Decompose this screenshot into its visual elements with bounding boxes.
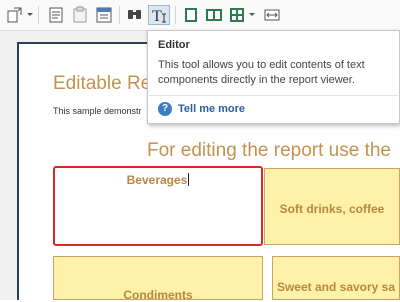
viewer-toolbar: T <box>0 0 400 31</box>
report-heading: For editing the report use the <box>147 140 391 161</box>
text-cursor <box>188 173 190 186</box>
export-dropdown-caret[interactable] <box>27 13 33 16</box>
clipboard-icon <box>73 6 87 23</box>
category-description-cell[interactable]: Soft drinks, coffee <box>264 168 400 245</box>
two-pages-button[interactable] <box>204 5 224 25</box>
toolbar-separator <box>38 6 39 24</box>
page-width-button[interactable] <box>262 5 282 25</box>
category-description-label: Soft drinks, coffee <box>279 202 385 216</box>
category-cell-content: Beverages <box>55 173 261 187</box>
export-button[interactable] <box>5 5 25 25</box>
tooltip-title: Editor <box>158 39 190 51</box>
tooltip-description: This tool allows you to edit contents of… <box>158 59 365 86</box>
help-icon: ? <box>158 102 172 116</box>
export-icon <box>7 7 22 23</box>
category-description-label: Sweet and savory sa <box>276 280 396 294</box>
two-pages-icon <box>206 9 222 21</box>
outline-button[interactable] <box>46 5 66 25</box>
find-button[interactable] <box>125 5 145 25</box>
find-icon <box>128 10 141 19</box>
report-title: Editable Re <box>53 73 152 94</box>
editor-button[interactable]: T <box>148 5 170 25</box>
page-setup-button[interactable] <box>94 5 114 25</box>
document-outline-icon <box>49 7 63 23</box>
multiple-pages-icon <box>230 8 244 22</box>
editor-tooltip: Editor This tool allows you to edit cont… <box>147 30 400 124</box>
clipboard-button[interactable] <box>70 5 90 25</box>
editor-icon: T <box>152 8 166 24</box>
category-cell-editing[interactable]: Beverages <box>53 166 263 246</box>
tell-me-more-link[interactable]: Tell me more <box>178 103 245 115</box>
tooltip-divider <box>149 95 398 96</box>
toolbar-separator <box>175 6 176 24</box>
single-page-button[interactable] <box>181 5 201 25</box>
single-page-icon <box>185 8 197 22</box>
category-cell-label: Beverages <box>126 173 188 187</box>
multiple-pages-dropdown-caret[interactable] <box>249 13 255 16</box>
toolbar-separator <box>119 6 120 24</box>
multiple-pages-button[interactable] <box>227 5 247 25</box>
category-cell[interactable]: Condiments <box>53 256 263 302</box>
category-description-cell[interactable]: Sweet and savory sa <box>272 256 400 300</box>
page-width-icon <box>264 9 280 21</box>
report-subtitle: This sample demonstr <box>53 106 142 116</box>
svg-text:T: T <box>152 8 162 24</box>
page-setup-icon <box>96 7 112 23</box>
